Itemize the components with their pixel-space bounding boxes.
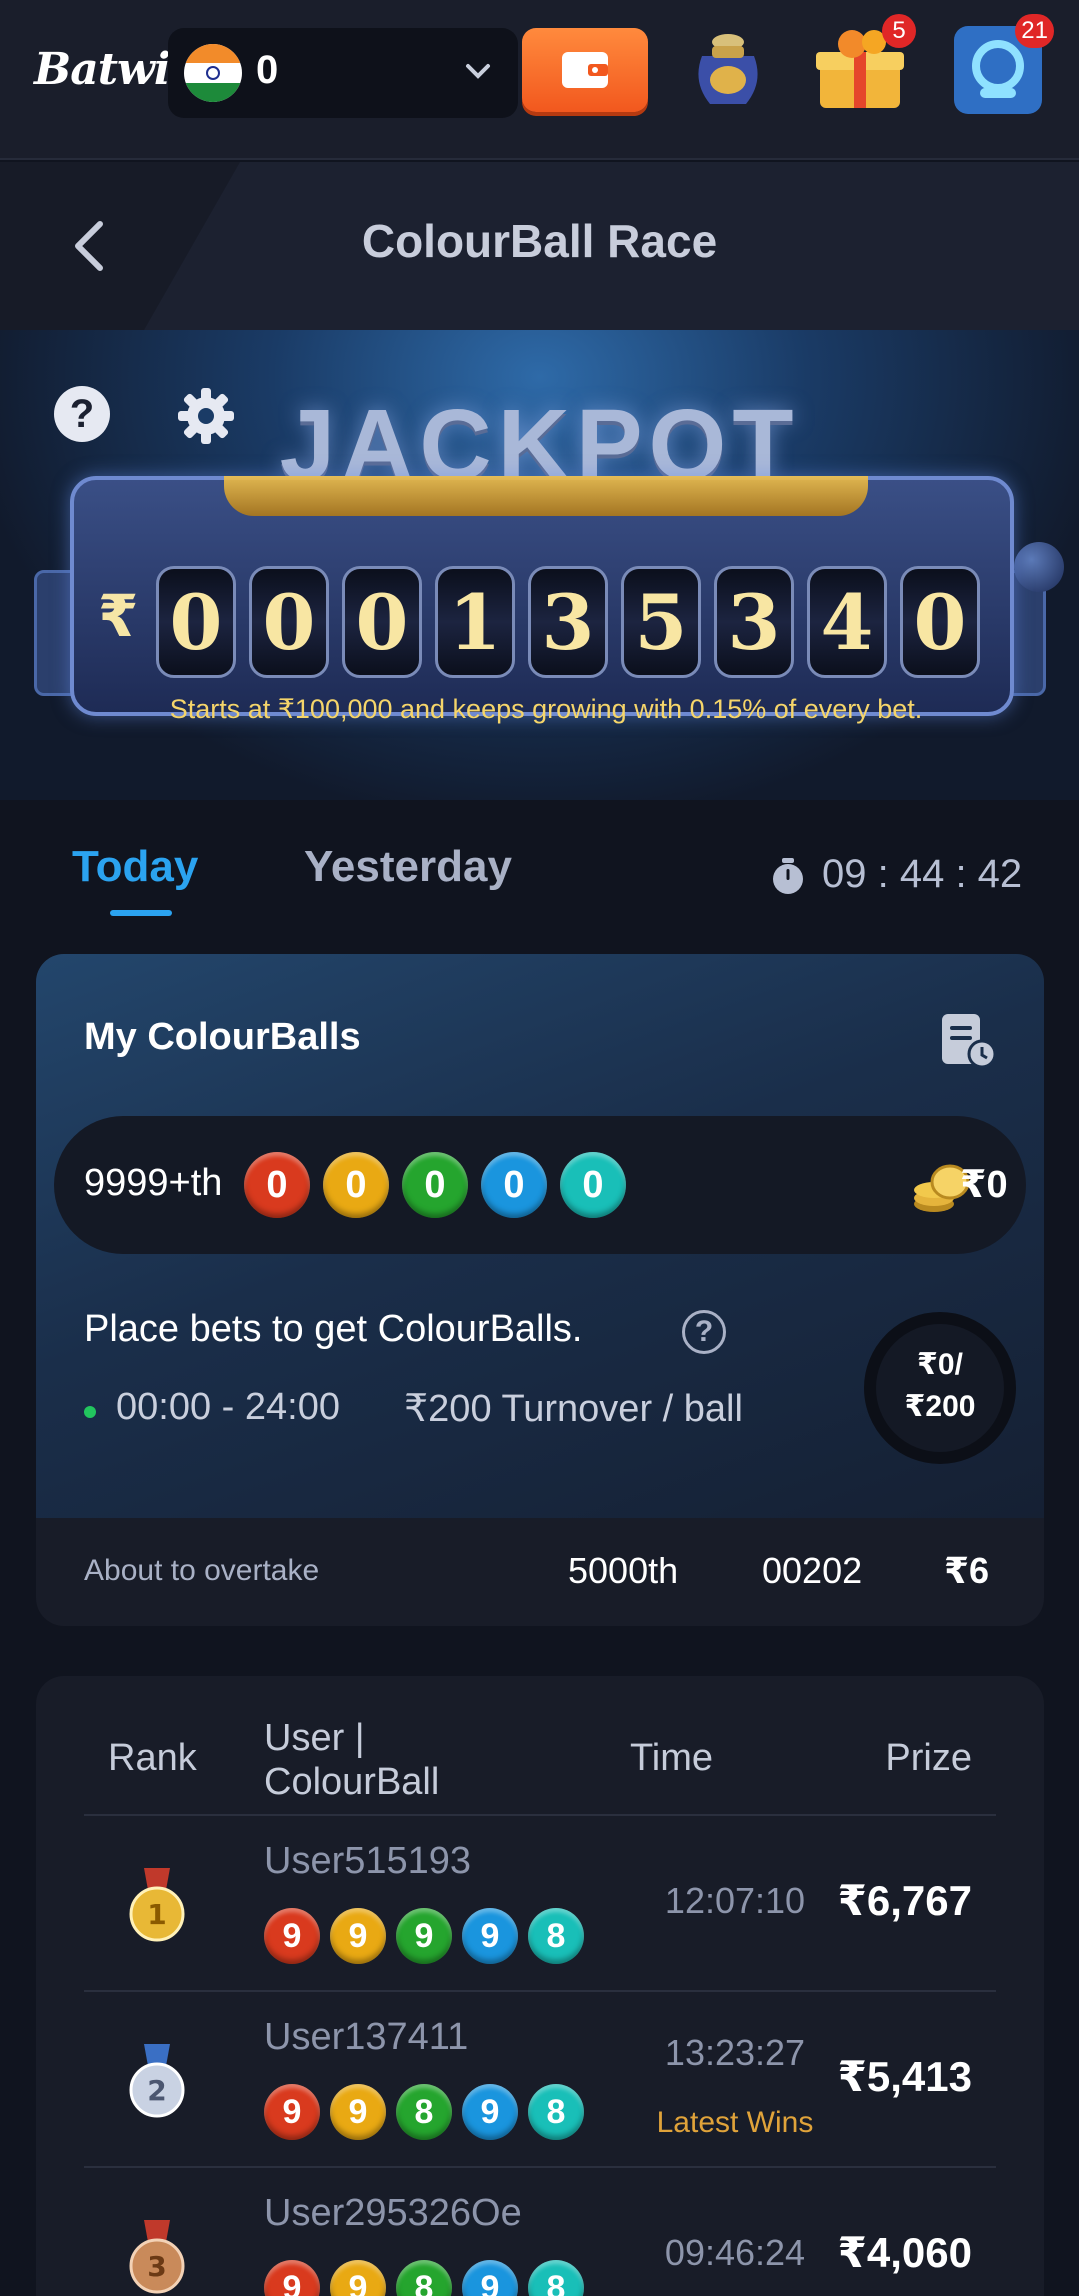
overtake-colourballs: 00202 [762,1550,863,1591]
leaderboard-row: 2 User137411 9 9 8 9 8 13:23:27 Latest W… [84,1990,996,2166]
record-history-icon[interactable] [938,1010,998,1070]
colourball-blue: 9 [462,2084,518,2140]
latest-wins-label: Latest Wins [656,2106,814,2139]
row-time: 12:07:10 [664,1880,806,1921]
jackpot-currency: ₹ [98,584,139,649]
colourball-blue: 9 [462,1908,518,1964]
balance-value: 0 [256,48,279,92]
row-time: 13:23:27 [664,2032,806,2073]
colourball-teal: 8 [528,1908,584,1964]
header-user-line1: User | [264,1717,365,1759]
tab-yesterday[interactable]: Yesterday [304,842,512,892]
balance-selector[interactable]: 0 [168,28,518,118]
row-username: User137411 [264,2016,469,2058]
colourball-yellow: 9 [330,2084,386,2140]
turnover-progress-text: ₹0/ ₹200 [862,1344,1018,1428]
tab-today[interactable]: Today [72,842,198,892]
colourball-red: 9 [264,2260,320,2296]
turnover-rule: ₹200 Turnover / ball [404,1388,743,1430]
place-bets-hint: Place bets to get ColourBalls. [84,1308,583,1350]
colourball-green: 8 [396,2084,452,2140]
overtake-prize: ₹6 [944,1550,990,1591]
gold-medal-icon: 1 [129,1868,185,1942]
wallet-button[interactable] [522,28,648,112]
question-icon[interactable]: ? [682,1310,726,1354]
stopwatch-icon [773,858,803,894]
wallet-icon [562,52,608,88]
jackpot-banner: ? JACKPOT ₹ 0 0 0 1 3 5 3 4 0 Starts at … [0,330,1079,800]
colourball-red: 0 [244,1152,310,1218]
row-prize: ₹5,413 [837,2053,972,2100]
jackpot-digit: 0 [342,566,422,678]
row-time: 09:46:24 [664,2232,806,2273]
leaderboard-row: 3 User295326Oe 9 9 8 9 8 09:46:24 ₹4,060 [84,2166,996,2296]
jackpot-digit: 4 [807,566,887,678]
chevron-down-icon [466,64,490,79]
jackpot-lever [1014,542,1064,592]
row-prize: ₹4,060 [837,2229,972,2276]
colourball-blue: 0 [481,1152,547,1218]
colourball-teal: 8 [528,2084,584,2140]
my-colourballs-card: My ColourBalls 9999+th 0 0 0 0 0 ₹0 Plac… [36,954,1044,1626]
colourball-yellow: 9 [330,2260,386,2296]
colourball-red: 9 [264,1908,320,1964]
jackpot-digit: 0 [900,566,980,678]
svg-text:1: 1 [147,1898,166,1931]
jackpot-digit: 3 [528,566,608,678]
header-time: Time [630,1737,714,1779]
row-username: User295326Oe [264,2192,522,2234]
header-prize: Prize [885,1737,972,1779]
active-dot [84,1406,96,1418]
colourball-green: 9 [396,1908,452,1964]
top-bar: Batwin 0 5 21 [0,0,1079,160]
svg-text:2: 2 [147,2074,166,2107]
turnover-progress-current: ₹0/ [917,1348,963,1381]
support-button[interactable]: 21 [950,14,1054,118]
my-colourballs-title: My ColourBalls [84,1016,361,1058]
my-rank: 9999+th [84,1162,223,1204]
countdown-timer: 09 : 44 : 42 [822,852,1023,896]
page-title: ColourBall Race [361,215,718,267]
colourball-teal: 0 [560,1152,626,1218]
jackpot-counter: ₹ 0 0 0 1 3 5 3 4 0 Starts at ₹100,000 a… [70,476,1014,724]
my-prize: ₹0 [960,1164,1008,1206]
my-rank-pill: 9999+th 0 0 0 0 0 ₹0 [54,1116,1026,1254]
silver-medal-icon: 2 [129,2044,185,2118]
colourball-green: 8 [396,2260,452,2296]
header-rank: Rank [108,1737,197,1779]
colourball-teal: 8 [528,2260,584,2296]
colourball-yellow: 9 [330,1908,386,1964]
colourball-blue: 9 [462,2260,518,2296]
active-hours: 00:00 - 24:00 [116,1386,340,1428]
jackpot-digit: 0 [156,566,236,678]
leaderboard-row: 1 User515193 9 9 9 9 8 12:07:10 ₹6,767 [84,1814,996,1990]
overtake-rank: 5000th [568,1550,679,1591]
colourball-yellow: 0 [323,1152,389,1218]
jackpot-note: Starts at ₹100,000 and keeps growing wit… [169,694,923,724]
treasure-jar-icon [698,34,758,104]
colourball-green: 0 [402,1152,468,1218]
bronze-medal-icon: 3 [129,2220,185,2294]
colourball-red: 9 [264,2084,320,2140]
active-tab-indicator [110,910,172,916]
turnover-progress-target: ₹200 [904,1390,976,1423]
gift-button[interactable]: 5 [812,14,916,118]
overtake-label: About to overtake [84,1554,320,1587]
jackpot-digit: 3 [714,566,794,678]
page-header: ColourBall Race [0,162,1079,330]
support-badge: 21 [1015,14,1054,48]
gift-badge: 5 [882,14,916,48]
page: Batwin 0 5 21 ColourBall Race ? JACKPOT … [0,0,1079,2296]
header-user: User | ColourBall [264,1716,439,1804]
jackpot-digit: 5 [621,566,701,678]
row-prize: ₹6,767 [837,1877,972,1924]
leaderboard: Rank User | ColourBall Time Prize 1 User… [36,1676,1044,2296]
india-flag-icon [184,44,242,102]
treasure-jar-button[interactable] [680,22,776,118]
row-username: User515193 [264,1840,472,1882]
svg-text:3: 3 [147,2250,166,2283]
jackpot-digit: 0 [249,566,329,678]
jackpot-digit: 1 [435,566,515,678]
header-user-line2: ColourBall [264,1761,440,1803]
